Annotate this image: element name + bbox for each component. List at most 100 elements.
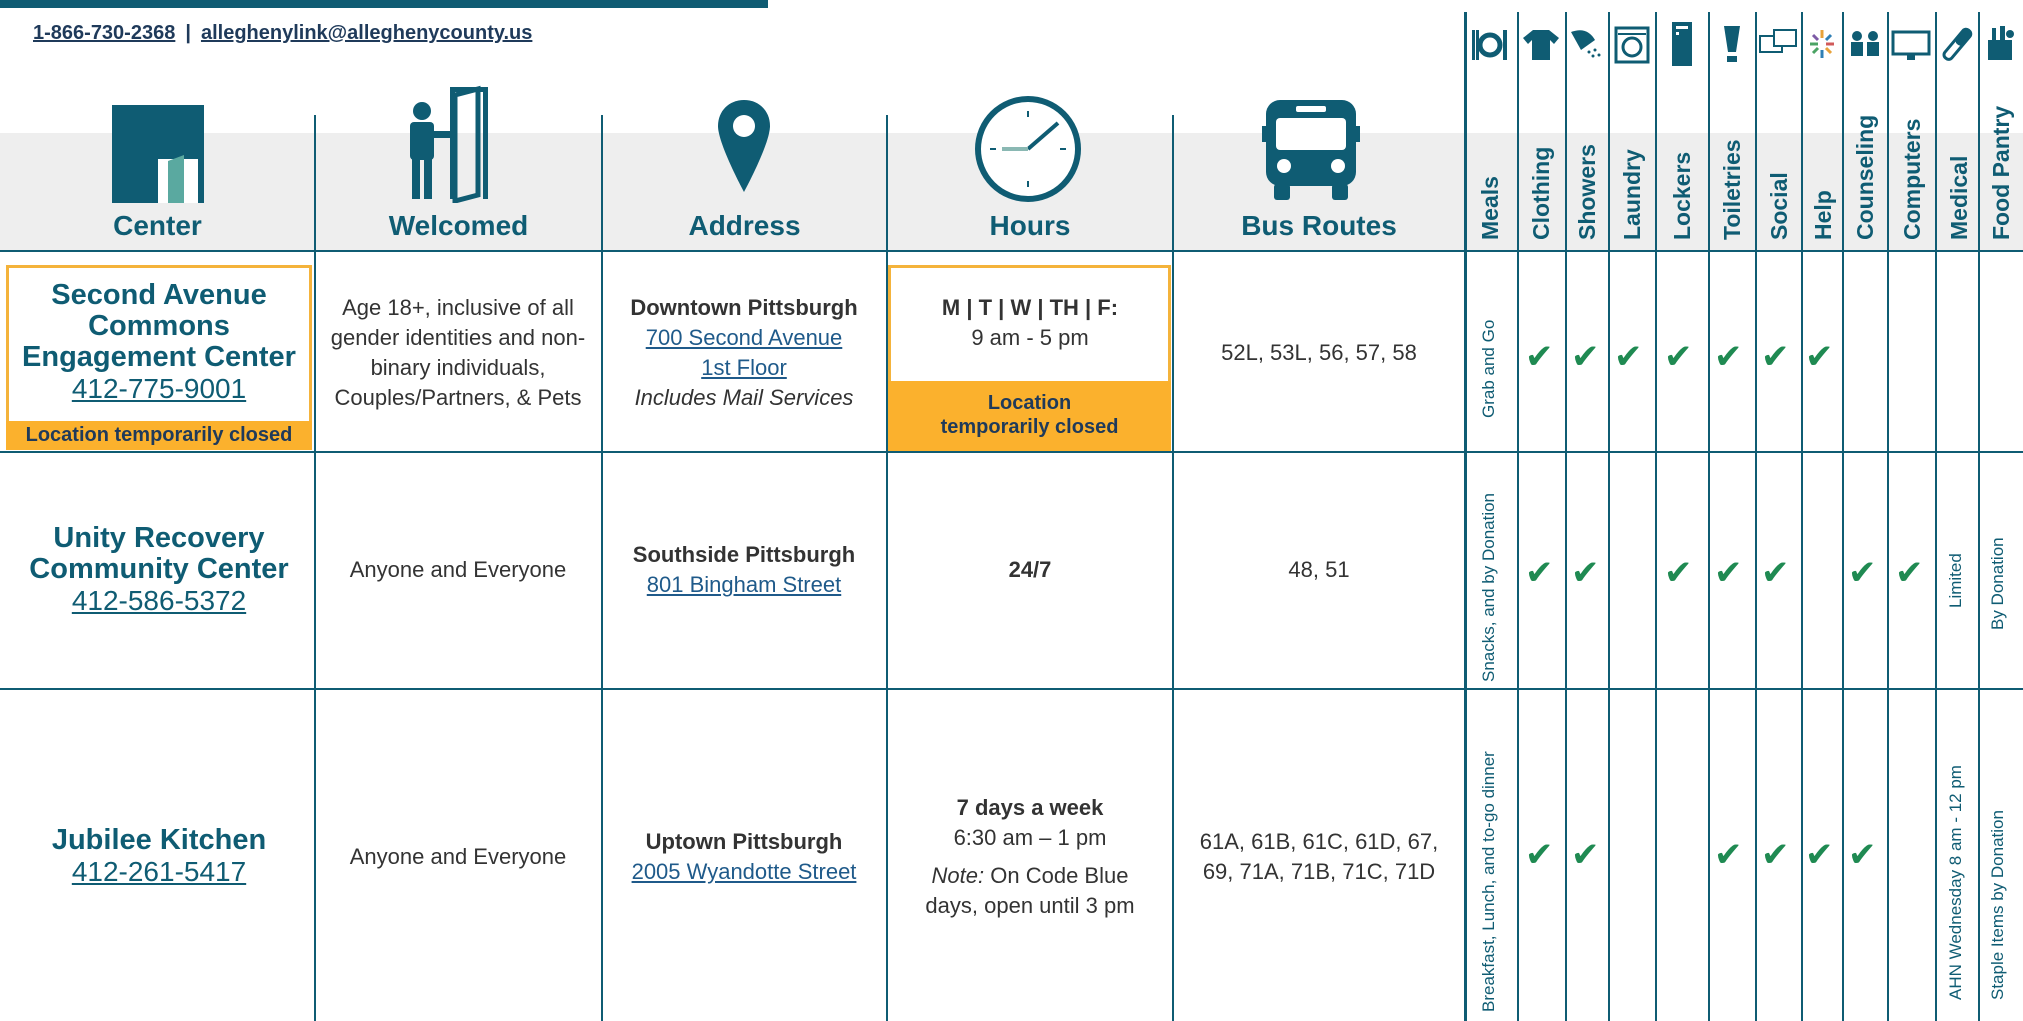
check-mark-clothing: ✔ (1525, 554, 1554, 592)
location-closed-badge: Location temporarily closed (6, 421, 312, 450)
welcomed-text: Anyone and Everyone (349, 843, 567, 869)
bus-routes-text: 48, 51 (1288, 557, 1350, 582)
check-mark-counseling: ✔ (1848, 554, 1877, 592)
clock-icon (975, 96, 1081, 202)
services-divider (1708, 12, 1710, 1021)
services-divider (1755, 12, 1757, 1021)
address-cell: Uptown Pittsburgh 2005 Wyandotte Street (604, 692, 884, 1021)
contact-separator: | (185, 22, 191, 44)
check-mark-computers: ✔ (1895, 554, 1924, 592)
service-label-medical: Medical (1946, 155, 1972, 240)
hotline-phone-link[interactable]: 1-866-730-2368 (33, 22, 175, 44)
address-area: Uptown Pittsburgh (645, 828, 843, 854)
services-divider (1935, 12, 1937, 1021)
address-street-link[interactable]: 700 Second Avenue (646, 323, 843, 353)
check-mark-toiletries: ✔ (1714, 836, 1743, 874)
meals-icon (1472, 30, 1507, 60)
center-cell: Second Avenue Commons Engagement Center … (6, 268, 312, 416)
bus-routes-text: 52L, 53L, 56, 57, 58 (1221, 340, 1417, 365)
service-label-laundry: Laundry (1619, 149, 1645, 240)
address-street-link[interactable]: 2005 Wyandotte Street (632, 857, 857, 887)
row-separator (0, 250, 2023, 252)
bus-routes-cell: 48, 51 (1175, 455, 1463, 685)
check-mark-toiletries: ✔ (1714, 338, 1743, 376)
services-divider (1608, 12, 1610, 1021)
locker-icon (1672, 22, 1692, 66)
address-area: Southside Pittsburgh (632, 542, 856, 567)
address-street-link[interactable]: 801 Bingham Street (647, 570, 841, 600)
services-divider (1978, 12, 1980, 1021)
hours-cell: M | T | W | TH | F: 9 am - 5 pm (890, 268, 1170, 378)
center-name: Second Avenue Commons Engagement Center (22, 278, 296, 373)
header-address: Address (688, 210, 801, 241)
center-name: Unity Recovery Community Center (29, 522, 289, 585)
check-mark-counseling: ✔ (1848, 836, 1877, 874)
services-divider (1801, 12, 1803, 1021)
center-name: Jubilee Kitchen (51, 824, 267, 856)
services-divider (1887, 12, 1889, 1021)
header-center: Center (113, 210, 202, 241)
center-phone-link[interactable]: 412-775-9001 (72, 373, 246, 405)
clothing-icon (1523, 30, 1559, 60)
shower-icon (1571, 30, 1601, 58)
service-label-help: Help (1810, 190, 1836, 240)
row-separator (0, 451, 2023, 453)
hours-days: M | T | W | TH | F: (941, 295, 1119, 320)
top-accent-bar (0, 0, 768, 8)
social-icon (1759, 29, 1797, 53)
services-divider (1464, 12, 1467, 1021)
services-divider (1565, 12, 1567, 1021)
check-mark-lockers: ✔ (1664, 554, 1693, 592)
hours-closed-badge: Location temporarily closed (888, 381, 1171, 451)
welcomed-text: Age 18+, inclusive of all gender identit… (330, 295, 586, 410)
services-divider (1842, 12, 1844, 1021)
laundry-icon (1614, 26, 1650, 64)
meals-note: Grab and Go (1479, 319, 1498, 418)
bus-routes-cell: 52L, 53L, 56, 57, 58 (1175, 258, 1463, 448)
welcomed-cell: Anyone and Everyone (318, 455, 598, 685)
center-phone-link[interactable]: 412-261-5417 (72, 856, 246, 888)
services-divider (1655, 12, 1657, 1021)
meals-note: Breakfast, Lunch, and to-go dinner (1479, 751, 1498, 1012)
service-label-computers: Computers (1899, 118, 1925, 240)
hours-days: 7 days a week (956, 794, 1104, 820)
bus-routes-cell: 61A, 61B, 61C, 61D, 67, 69, 71A, 71B, 71… (1175, 692, 1463, 1021)
services-divider (1517, 12, 1519, 1021)
check-mark-social: ✔ (1761, 836, 1790, 874)
center-building-icon (112, 105, 204, 203)
meals-note: Snacks, and by Donation (1479, 492, 1498, 682)
center-phone-link[interactable]: 412-586-5372 (72, 585, 246, 617)
check-mark-lockers: ✔ (1664, 338, 1693, 376)
check-mark-clothing: ✔ (1525, 836, 1554, 874)
contact-line: 1-866-730-2368 | alleghenylink@alleghenyco… (33, 22, 532, 45)
email-link[interactable]: alleghenylink@alleghenycounty.us (201, 22, 532, 44)
counseling-icon (1851, 31, 1879, 56)
service-label-food-pantry: Food Pantry (1988, 105, 2014, 240)
check-mark-showers: ✔ (1571, 836, 1600, 874)
service-label-counseling: Counseling (1852, 114, 1878, 240)
hours-cell: 24/7 (890, 455, 1170, 685)
welcomed-text: Anyone and Everyone (349, 557, 567, 582)
check-mark-social: ✔ (1761, 554, 1790, 592)
food-pantry-note: By Donation (1988, 537, 2007, 630)
check-mark-help: ✔ (1805, 836, 1834, 874)
food-pantry-note: Staple Items by Donation (1988, 810, 2007, 1000)
header-bus-routes: Bus Routes (1241, 210, 1397, 241)
address-cell: Downtown Pittsburgh 700 Second Avenue 1s… (604, 258, 884, 448)
bus-icon (1262, 100, 1360, 200)
map-pin-icon (718, 100, 770, 192)
address-unit-link[interactable]: 1st Floor (701, 353, 787, 383)
check-mark-showers: ✔ (1571, 554, 1600, 592)
hours-time: 6:30 am – 1 pm (953, 824, 1107, 850)
center-cell: Unity Recovery Community Center 412-586-… (6, 455, 312, 685)
person-door-icon (410, 85, 488, 203)
medical-note: Limited (1946, 553, 1965, 608)
food-pantry-icon (1988, 26, 2014, 60)
check-mark-showers: ✔ (1571, 338, 1600, 376)
service-label-social: Social (1766, 172, 1792, 240)
check-mark-clothing: ✔ (1525, 338, 1554, 376)
hours-days: 24/7 (1008, 557, 1052, 582)
header-hours: Hours (989, 210, 1071, 241)
center-cell: Jubilee Kitchen 412-261-5417 (6, 692, 312, 1021)
service-label-lockers: Lockers (1669, 151, 1695, 240)
